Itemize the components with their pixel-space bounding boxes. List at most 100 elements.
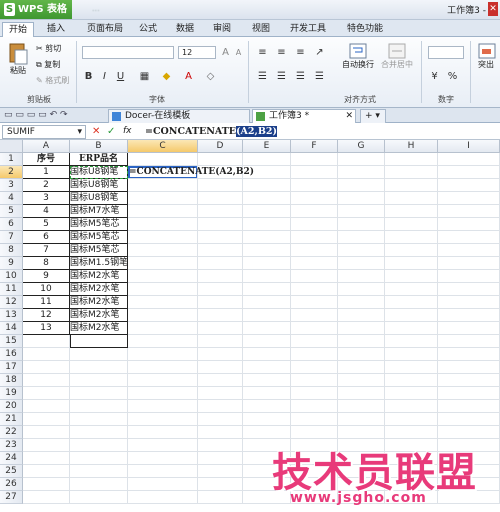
cell-g1[interactable] (338, 153, 385, 166)
new-tab-button[interactable]: + ▾ (360, 109, 386, 123)
cell-b9[interactable]: 国标M1.5钢笔 (70, 257, 128, 270)
cell-b11[interactable]: 国标M2水笔 (70, 283, 128, 296)
row-header-26[interactable]: 26 (0, 478, 23, 491)
cell-i12[interactable] (438, 296, 500, 309)
cell-i11[interactable] (438, 283, 500, 296)
cell-f11[interactable] (291, 283, 338, 296)
cell-c18[interactable] (128, 374, 198, 387)
row-header-24[interactable]: 24 (0, 452, 23, 465)
cell-c3[interactable] (128, 179, 198, 192)
row-header-2[interactable]: 2 (0, 166, 23, 179)
cell-e13[interactable] (243, 309, 291, 322)
cell-h16[interactable] (385, 348, 438, 361)
cell-g3[interactable] (338, 179, 385, 192)
italic-button[interactable]: I (98, 70, 111, 83)
cell-c9[interactable] (128, 257, 198, 270)
row-header-3[interactable]: 3 (0, 179, 23, 192)
borders-icon[interactable]: ▦ (138, 70, 151, 83)
cell-b13[interactable]: 国标M2水笔 (70, 309, 128, 322)
name-box[interactable]: SUMIF ▾ (2, 125, 86, 139)
cell-i2[interactable] (438, 166, 500, 179)
cell-d18[interactable] (198, 374, 243, 387)
cell-f7[interactable] (291, 231, 338, 244)
tab-view[interactable]: 视图 (246, 22, 276, 37)
cell-e11[interactable] (243, 283, 291, 296)
cell-h22[interactable] (385, 426, 438, 439)
cell-f9[interactable] (291, 257, 338, 270)
cell-i19[interactable] (438, 387, 500, 400)
cell-c12[interactable] (128, 296, 198, 309)
tab-data[interactable]: 数据 (170, 22, 200, 37)
cell-g10[interactable] (338, 270, 385, 283)
cell-a15[interactable] (23, 335, 70, 348)
align-center-icon[interactable]: ☰ (275, 70, 288, 83)
cell-c4[interactable] (128, 192, 198, 205)
grow-font-button[interactable]: A (219, 46, 232, 59)
cell-h12[interactable] (385, 296, 438, 309)
cell-c23[interactable] (128, 439, 198, 452)
format-painter-button[interactable]: ✎ 格式刷 (36, 75, 69, 86)
cell-b8[interactable]: 国标M5笔芯 (70, 244, 128, 257)
cell-i1[interactable] (438, 153, 500, 166)
cell-b20[interactable] (70, 400, 128, 413)
cell-c22[interactable] (128, 426, 198, 439)
close-icon[interactable]: ✕ (488, 2, 498, 16)
cell-b25[interactable] (70, 465, 128, 478)
cell-g6[interactable] (338, 218, 385, 231)
row-header-10[interactable]: 10 (0, 270, 23, 283)
cell-d19[interactable] (198, 387, 243, 400)
cell-a21[interactable] (23, 413, 70, 426)
app-menu-button[interactable]: SWPS 表格 ▾ (0, 0, 72, 34)
cell-h4[interactable] (385, 192, 438, 205)
cell-a10[interactable]: 9 (23, 270, 70, 283)
tab-formulas[interactable]: 公式 (133, 22, 163, 37)
cell-c10[interactable] (128, 270, 198, 283)
cell-b5[interactable]: 国标M7水笔 (70, 205, 128, 218)
formula-input[interactable]: =CONCATENATE(A2,B2) (145, 125, 499, 139)
cell-h19[interactable] (385, 387, 438, 400)
save-icon[interactable]: ▭ (27, 110, 36, 120)
redo-icon[interactable]: ↷ (60, 110, 68, 120)
row-header-4[interactable]: 4 (0, 192, 23, 205)
doc-tab-workbook3[interactable]: 工作簿3 * ✕ (252, 109, 356, 123)
cell-g13[interactable] (338, 309, 385, 322)
cell-d20[interactable] (198, 400, 243, 413)
cell-e20[interactable] (243, 400, 291, 413)
percent-icon[interactable]: % (446, 70, 459, 83)
cell-h5[interactable] (385, 205, 438, 218)
cell-f3[interactable] (291, 179, 338, 192)
cell-i6[interactable] (438, 218, 500, 231)
cell-g7[interactable] (338, 231, 385, 244)
cell-c25[interactable] (128, 465, 198, 478)
cell-c7[interactable] (128, 231, 198, 244)
cell-d8[interactable] (198, 244, 243, 257)
row-header-19[interactable]: 19 (0, 387, 23, 400)
cell-d23[interactable] (198, 439, 243, 452)
row-header-9[interactable]: 9 (0, 257, 23, 270)
cell-b26[interactable] (70, 478, 128, 491)
currency-icon[interactable]: ¥ (428, 70, 441, 83)
cell-c21[interactable] (128, 413, 198, 426)
cell-h1[interactable] (385, 153, 438, 166)
cell-e9[interactable] (243, 257, 291, 270)
new-icon[interactable]: ▭ (4, 110, 13, 120)
cell-e5[interactable] (243, 205, 291, 218)
cell-e17[interactable] (243, 361, 291, 374)
cell-i9[interactable] (438, 257, 500, 270)
cell-a3[interactable]: 2 (23, 179, 70, 192)
cell-a13[interactable]: 12 (23, 309, 70, 322)
fill-color-icon[interactable]: ◆ (160, 70, 173, 83)
tab-review[interactable]: 审阅 (207, 22, 237, 37)
cell-b15[interactable] (70, 335, 128, 348)
cell-a22[interactable] (23, 426, 70, 439)
row-header-25[interactable]: 25 (0, 465, 23, 478)
cell-i5[interactable] (438, 205, 500, 218)
cut-button[interactable]: ✂ 剪切 (36, 43, 61, 54)
fx-icon[interactable]: fx (123, 125, 132, 138)
cell-h8[interactable] (385, 244, 438, 257)
open-icon[interactable]: ▭ (15, 110, 24, 120)
cell-d27[interactable] (198, 491, 243, 504)
column-header-i[interactable]: I (438, 140, 500, 153)
cell-g15[interactable] (338, 335, 385, 348)
shrink-font-button[interactable]: A (232, 46, 245, 59)
